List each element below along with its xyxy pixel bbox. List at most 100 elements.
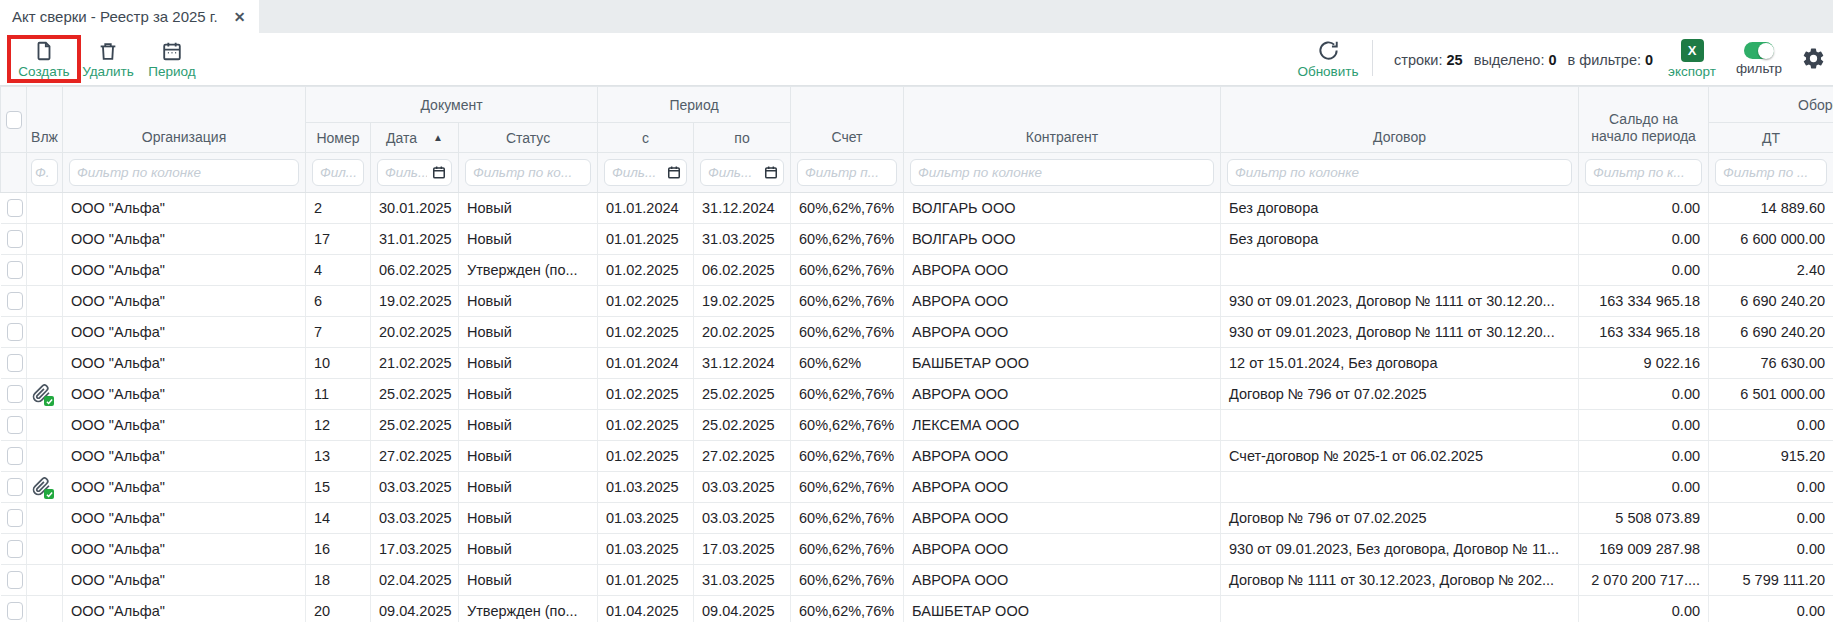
cell-contract: 12 от 15.01.2024, Без договора bbox=[1221, 348, 1579, 379]
col-header-contragent[interactable]: Контрагент bbox=[904, 87, 1221, 153]
filter-input-status[interactable] bbox=[465, 159, 591, 186]
toolbar-divider bbox=[1372, 40, 1373, 76]
row-checkbox[interactable] bbox=[7, 323, 23, 341]
cell-number: 14 bbox=[306, 503, 371, 534]
cell-period-from: 01.01.2024 bbox=[598, 348, 694, 379]
row-select-cell[interactable] bbox=[1, 565, 27, 596]
cell-organization: ООО "Альфа" bbox=[63, 348, 306, 379]
cell-contragent: АВРОРА ООО bbox=[904, 379, 1221, 410]
filter-cell-status bbox=[459, 153, 598, 193]
col-header-contract[interactable]: Договор bbox=[1221, 87, 1579, 153]
row-checkbox[interactable] bbox=[7, 261, 23, 279]
col-header-to[interactable]: по bbox=[694, 123, 791, 153]
cell-account: 60%,62%,76% bbox=[791, 441, 904, 472]
row-checkbox[interactable] bbox=[7, 571, 23, 589]
row-select-cell[interactable] bbox=[1, 410, 27, 441]
table-row[interactable]: ООО "Альфа"406.02.2025Утвержден (по...01… bbox=[1, 255, 1833, 286]
row-checkbox[interactable] bbox=[7, 478, 23, 496]
select-all-cell[interactable] bbox=[1, 87, 27, 153]
row-select-cell[interactable] bbox=[1, 286, 27, 317]
cell-number: 10 bbox=[306, 348, 371, 379]
row-checkbox[interactable] bbox=[7, 199, 23, 217]
cell-period-to: 31.12.2024 bbox=[694, 193, 791, 224]
row-checkbox[interactable] bbox=[7, 385, 23, 403]
cell-period-to: 31.03.2025 bbox=[694, 224, 791, 255]
table-row[interactable]: ООО "Альфа"1802.04.2025Новый01.01.202531… bbox=[1, 565, 1833, 596]
table-row[interactable]: ООО "Альфа"1327.02.2025Новый01.02.202527… bbox=[1, 441, 1833, 472]
row-select-cell[interactable] bbox=[1, 472, 27, 503]
attachment-icon bbox=[32, 384, 52, 404]
table-row[interactable]: ООО "Альфа"619.02.2025Новый01.02.202519.… bbox=[1, 286, 1833, 317]
table-row[interactable]: ООО "Альфа"230.01.2025Новый01.01.202431.… bbox=[1, 193, 1833, 224]
table-row[interactable]: ООО "Альфа"1731.01.2025Новый01.01.202531… bbox=[1, 224, 1833, 255]
col-header-attachments[interactable]: Влж bbox=[27, 87, 63, 153]
filter-input-organization[interactable] bbox=[69, 159, 299, 186]
filter-input-dt[interactable] bbox=[1715, 159, 1827, 186]
cell-period-from: 01.02.2025 bbox=[598, 441, 694, 472]
filter-input-date[interactable] bbox=[377, 159, 452, 186]
cell-period-from: 01.01.2024 bbox=[598, 193, 694, 224]
row-checkbox[interactable] bbox=[7, 354, 23, 372]
filter-input-contragent[interactable] bbox=[910, 159, 1214, 186]
toggle-on-icon[interactable] bbox=[1744, 42, 1774, 59]
row-select-cell[interactable] bbox=[1, 348, 27, 379]
row-checkbox[interactable] bbox=[7, 230, 23, 248]
table-row[interactable]: ООО "Альфа"1125.02.2025Новый01.02.202525… bbox=[1, 379, 1833, 410]
row-select-cell[interactable] bbox=[1, 379, 27, 410]
cell-organization: ООО "Альфа" bbox=[63, 317, 306, 348]
export-button[interactable]: X экспорт bbox=[1660, 36, 1724, 82]
table-row[interactable]: ООО "Альфа"1403.03.2025Новый01.03.202503… bbox=[1, 503, 1833, 534]
table-row[interactable]: ООО "Альфа"2009.04.2025Утвержден (по...0… bbox=[1, 596, 1833, 622]
row-checkbox[interactable] bbox=[7, 540, 23, 558]
row-select-cell[interactable] bbox=[1, 193, 27, 224]
row-select-cell[interactable] bbox=[1, 503, 27, 534]
cell-attachments bbox=[27, 441, 63, 472]
filter-toggle-button[interactable]: фильтр bbox=[1727, 36, 1791, 82]
table-row[interactable]: ООО "Альфа"1021.02.2025Новый01.01.202431… bbox=[1, 348, 1833, 379]
col-header-from[interactable]: с bbox=[598, 123, 694, 153]
period-button[interactable]: Период bbox=[140, 36, 204, 82]
row-checkbox[interactable] bbox=[7, 416, 23, 434]
filter-input-account[interactable] bbox=[797, 159, 897, 186]
filter-input-from[interactable] bbox=[604, 159, 687, 186]
col-header-account[interactable]: Счет bbox=[791, 87, 904, 153]
filter-input-contract[interactable] bbox=[1227, 159, 1572, 186]
row-select-cell[interactable] bbox=[1, 534, 27, 565]
create-button[interactable]: Создать bbox=[12, 36, 76, 82]
filter-input-number[interactable] bbox=[312, 159, 364, 186]
cell-date: 03.03.2025 bbox=[371, 472, 459, 503]
tab-close-icon[interactable]: ✕ bbox=[234, 9, 246, 25]
row-select-cell[interactable] bbox=[1, 596, 27, 622]
row-select-cell[interactable] bbox=[1, 255, 27, 286]
selected-count: выделено: 0 bbox=[1474, 52, 1557, 68]
col-header-date[interactable]: Дата▲ bbox=[371, 123, 459, 153]
row-select-cell[interactable] bbox=[1, 317, 27, 348]
refresh-button[interactable]: Обновить bbox=[1296, 36, 1360, 82]
col-header-saldo[interactable]: Сальдо на начало периода bbox=[1579, 87, 1709, 153]
row-checkbox[interactable] bbox=[7, 602, 23, 620]
filter-input-to[interactable] bbox=[700, 159, 784, 186]
cell-status: Новый bbox=[459, 193, 598, 224]
row-checkbox[interactable] bbox=[7, 292, 23, 310]
row-select-cell[interactable] bbox=[1, 441, 27, 472]
delete-button[interactable]: Удалить bbox=[76, 36, 140, 82]
filter-input-attachments[interactable] bbox=[31, 159, 58, 186]
table-row[interactable]: ООО "Альфа"1617.03.2025Новый01.03.202517… bbox=[1, 534, 1833, 565]
gear-icon[interactable] bbox=[1801, 46, 1826, 75]
filter-input-saldo[interactable] bbox=[1585, 159, 1702, 186]
row-checkbox[interactable] bbox=[7, 447, 23, 465]
cell-period-from: 01.02.2025 bbox=[598, 286, 694, 317]
table-row[interactable]: ООО "Альфа"1503.03.2025Новый01.03.202503… bbox=[1, 472, 1833, 503]
col-header-dt[interactable]: ДТ bbox=[1709, 123, 1833, 153]
cell-contragent: БАШБЕТАР ООО bbox=[904, 348, 1221, 379]
col-header-number[interactable]: Номер bbox=[306, 123, 371, 153]
tab-akt-sverki[interactable]: Акт сверки - Реестр за 2025 г. ✕ bbox=[0, 0, 259, 33]
table-row[interactable]: ООО "Альфа"720.02.2025Новый01.02.202520.… bbox=[1, 317, 1833, 348]
col-header-status[interactable]: Статус bbox=[459, 123, 598, 153]
row-select-cell[interactable] bbox=[1, 224, 27, 255]
select-all-checkbox[interactable] bbox=[6, 111, 22, 129]
table-row[interactable]: ООО "Альфа"1225.02.2025Новый01.02.202525… bbox=[1, 410, 1833, 441]
row-checkbox[interactable] bbox=[7, 509, 23, 527]
cell-dt: 0.00 bbox=[1709, 534, 1833, 565]
col-header-organization[interactable]: Организация bbox=[63, 87, 306, 153]
